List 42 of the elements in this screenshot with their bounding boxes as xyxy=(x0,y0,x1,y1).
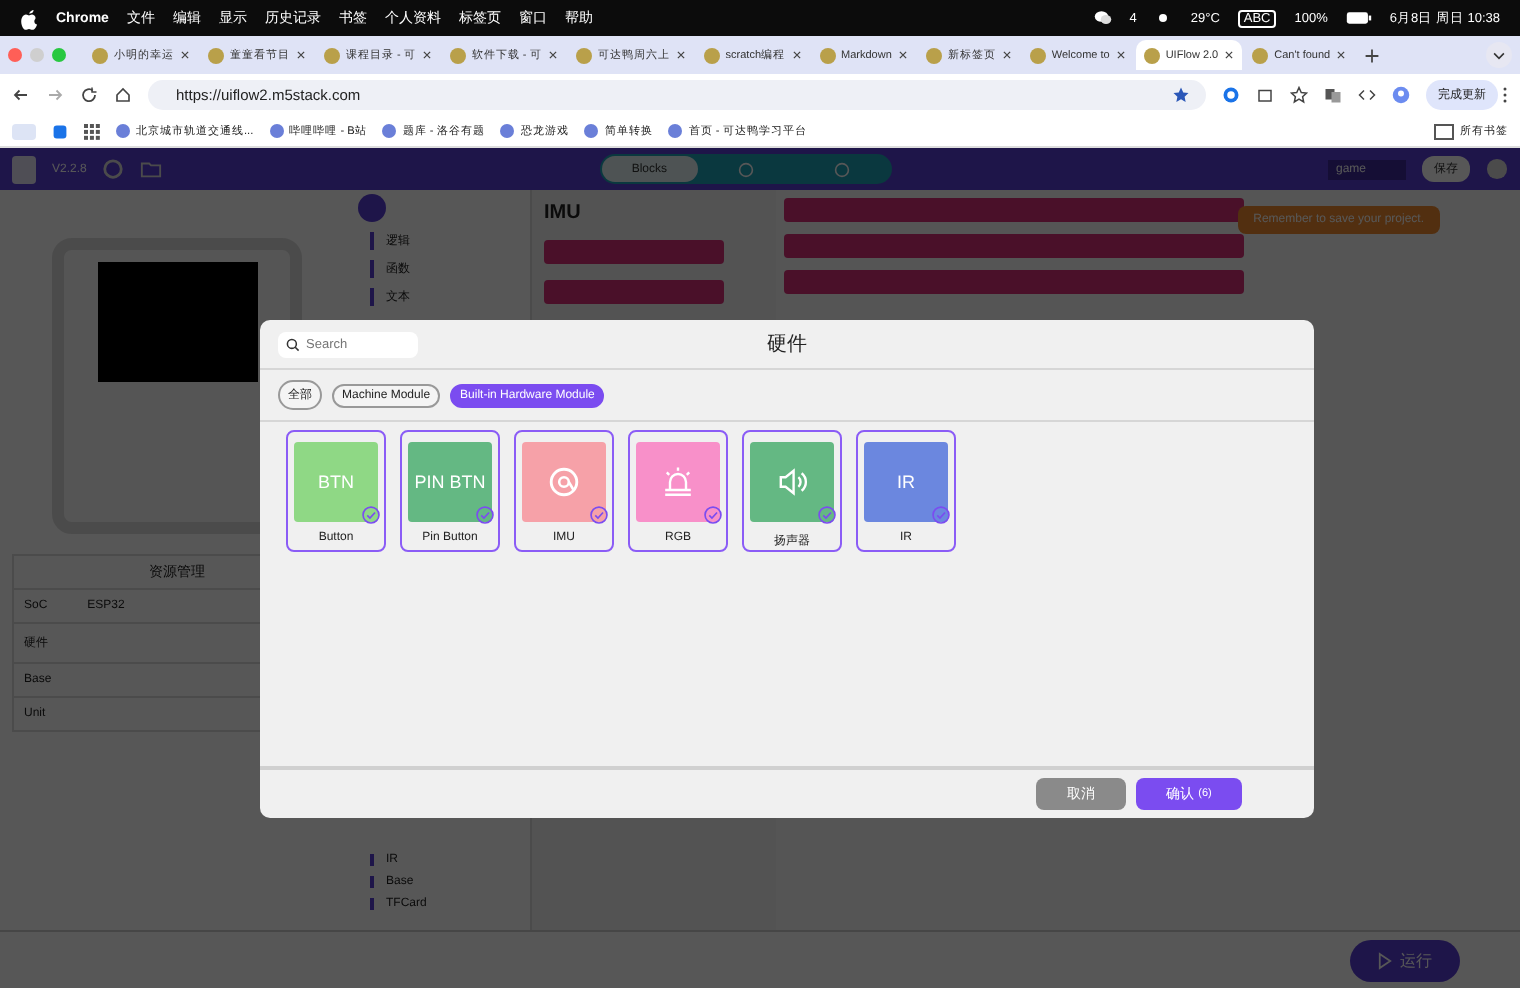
apple-icon[interactable] xyxy=(20,7,38,29)
code-icon[interactable] xyxy=(1358,86,1376,104)
chevron-down-icon[interactable] xyxy=(1486,42,1512,68)
close-icon[interactable] xyxy=(296,50,306,60)
close-icon[interactable] xyxy=(791,50,802,60)
speaker-icon xyxy=(776,466,808,498)
close-icon[interactable] xyxy=(897,50,908,60)
search-icon xyxy=(286,337,300,351)
translate-icon[interactable] xyxy=(1324,86,1342,104)
close-icon[interactable] xyxy=(547,50,558,60)
circle-icon xyxy=(737,161,754,177)
battery-icon[interactable] xyxy=(1345,10,1372,26)
puzzle-icon[interactable] xyxy=(1256,86,1274,104)
circle-icon xyxy=(833,161,850,177)
sun-icon xyxy=(1154,10,1173,26)
back-icon[interactable] xyxy=(12,86,30,104)
star-icon[interactable] xyxy=(1172,86,1190,104)
hardware-tile: IR xyxy=(864,442,948,522)
hardware-tile: BTN xyxy=(294,442,378,522)
extension-icon[interactable] xyxy=(1222,86,1240,104)
close-icon[interactable] xyxy=(421,50,432,60)
star-outline-icon[interactable] xyxy=(1290,86,1308,104)
close-icon[interactable] xyxy=(180,50,190,60)
hardware-tile: PIN BTN xyxy=(408,442,492,522)
reload-icon[interactable] xyxy=(80,86,98,104)
square-icon[interactable] xyxy=(52,123,68,139)
plus-icon[interactable] xyxy=(1364,47,1381,63)
beacon-light-icon xyxy=(662,466,694,498)
play-icon xyxy=(1378,951,1392,969)
close-icon[interactable] xyxy=(1001,50,1012,60)
more-icon[interactable] xyxy=(1502,86,1508,104)
rotation-icon xyxy=(548,466,580,498)
close-icon[interactable] xyxy=(675,50,686,60)
close-icon[interactable] xyxy=(1224,50,1235,60)
close-icon[interactable] xyxy=(1336,50,1347,60)
profile-icon[interactable] xyxy=(1392,86,1410,104)
apps-grid-icon[interactable] xyxy=(84,123,100,139)
close-icon[interactable] xyxy=(1115,50,1126,60)
home-icon[interactable] xyxy=(114,86,132,104)
workspace-title: IMU xyxy=(544,202,583,224)
dialog-title: 硬件 xyxy=(767,332,807,358)
chat-icon[interactable] xyxy=(1093,10,1112,26)
